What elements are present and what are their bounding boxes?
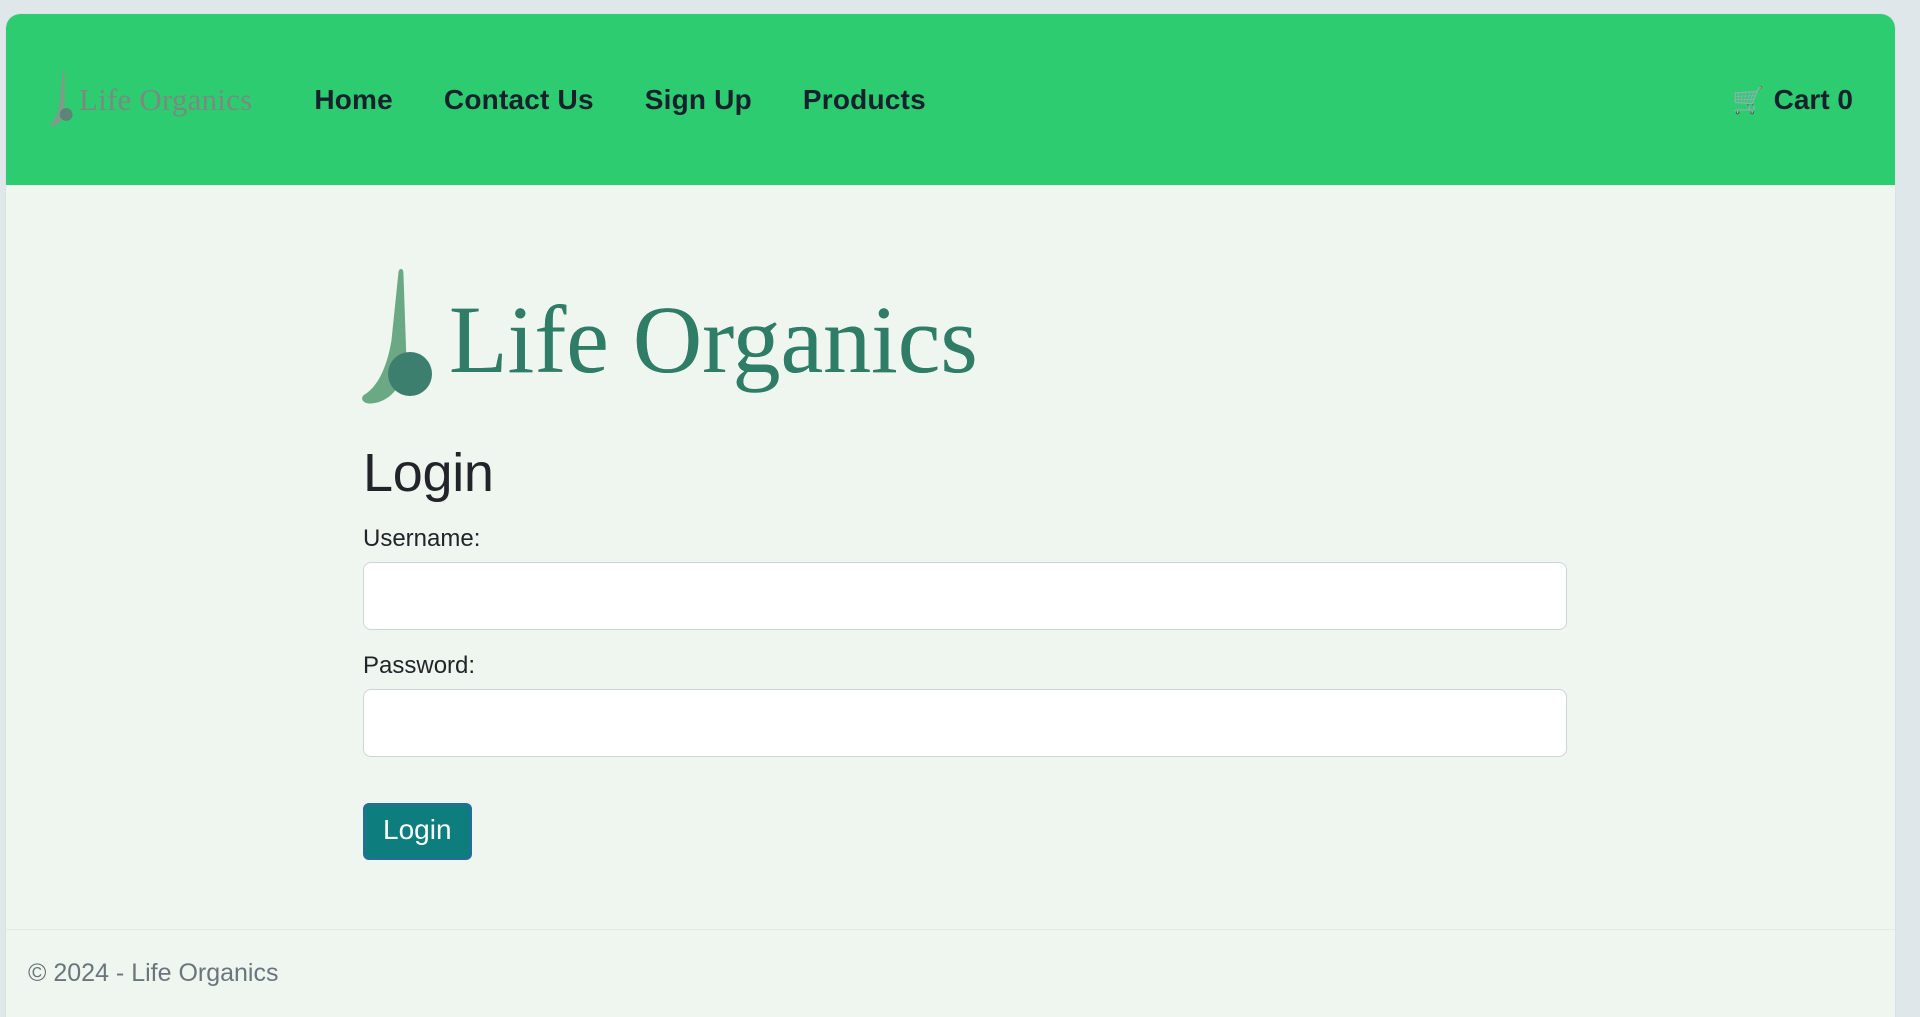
nav-link-products[interactable]: Products [803,84,926,115]
nav-link-sign-up[interactable]: Sign Up [645,84,752,115]
navbar-links: Home Contact Us Sign Up Products [314,84,926,116]
navbar-right-section: 🛒 Cart 0 [1732,84,1853,116]
login-form: Username: Password: Login [363,525,1895,860]
leaf-drop-logo-large-icon [362,269,432,404]
username-label: Username: [363,525,481,553]
password-label: Password: [363,652,476,680]
nav-item-contact-us: Contact Us [444,84,594,116]
main-content: Life Organics Login Username: Password: … [6,185,1895,929]
browser-frame: Life Organics Home Contact Us Sign Up Pr… [0,0,1920,1017]
hero-wordmark: Life Organics [449,285,978,393]
hero-logo: Life Organics [361,185,1895,412]
leaf-drop-logo-icon [50,69,73,126]
navbar-brand-link[interactable]: Life Organics [50,69,252,131]
page-footer: © 2024 - Life Organics [6,929,1895,1017]
page-surface: Life Organics Home Contact Us Sign Up Pr… [6,14,1895,1017]
nav-item-sign-up: Sign Up [645,84,752,116]
login-submit-button[interactable]: Login [363,802,472,860]
nav-item-products: Products [803,84,926,116]
shopping-cart-icon: 🛒 [1732,84,1765,115]
username-input[interactable] [363,562,1567,631]
login-form-area: Login Username: Password: Login [363,443,1895,860]
navbar-brand-label: Life Organics [79,82,253,117]
page-title: Login [363,443,494,503]
top-navbar: Life Organics Home Contact Us Sign Up Pr… [6,14,1895,185]
footer-copyright: © 2024 - Life Organics [28,959,279,987]
nav-link-contact-us[interactable]: Contact Us [444,84,594,115]
cart-label: Cart 0 [1773,83,1853,115]
cart-link[interactable]: 🛒 Cart 0 [1732,84,1853,116]
nav-item-home: Home [314,84,393,116]
nav-link-home[interactable]: Home [314,84,393,115]
password-input[interactable] [363,688,1567,757]
